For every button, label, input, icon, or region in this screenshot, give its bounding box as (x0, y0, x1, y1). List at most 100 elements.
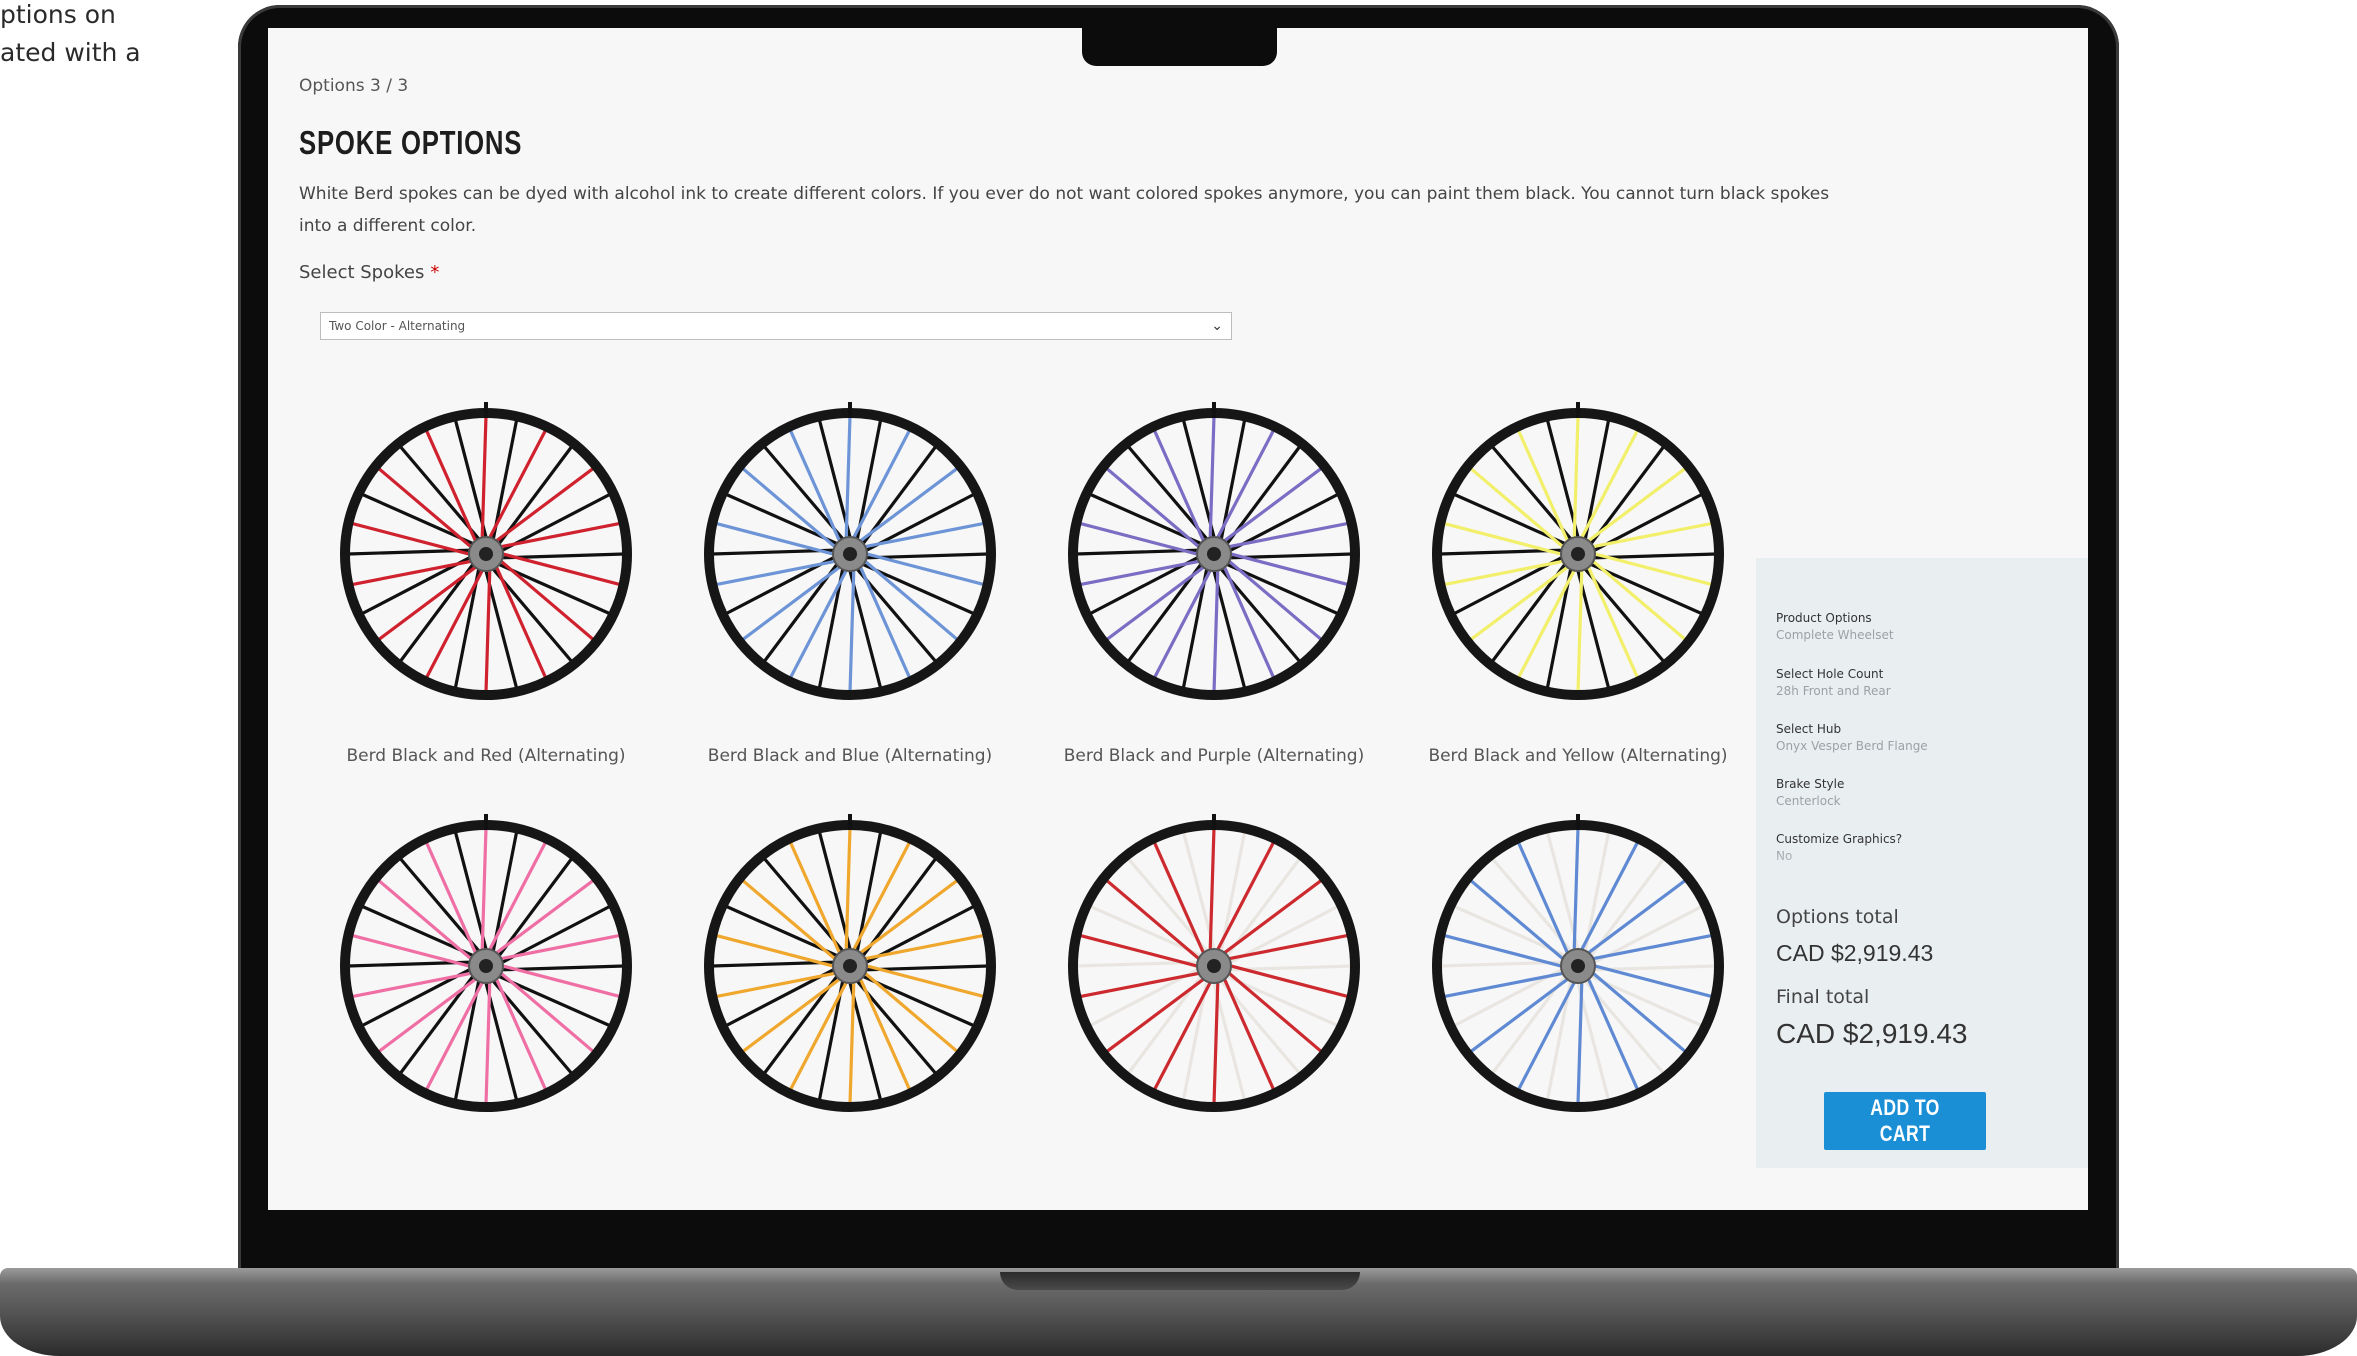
spoke (1208, 827, 1216, 953)
axle (1207, 547, 1221, 561)
valve (848, 402, 852, 418)
final-total-label: Final total (1776, 986, 1870, 1008)
wheel-icon (1432, 402, 1724, 700)
valve (1212, 402, 1216, 418)
axle (479, 547, 493, 561)
spoke (1079, 933, 1201, 969)
spoke-description: White Berd spokes can be dyed with alcoh… (299, 184, 1830, 236)
spoke (484, 979, 492, 1105)
spoke (1443, 521, 1565, 557)
spoke (1079, 521, 1201, 557)
wheel-caption: Berd Black and Red (Alternating) (346, 746, 626, 766)
axle (1207, 959, 1221, 973)
select-spokes-label-text: Select Spokes (299, 262, 425, 283)
laptop-screen: Options 3 / 3 SPOKE OPTIONS White Berd s… (268, 28, 2088, 1210)
wheel-icon (340, 814, 632, 1112)
summary-item-value: Onyx Vesper Berd Flange (1776, 739, 1928, 753)
spoke (844, 415, 852, 541)
add-to-cart-button[interactable]: ADD TO CART (1824, 1092, 1986, 1150)
valve (484, 814, 488, 830)
spoke-option-wheel[interactable] (694, 398, 1006, 710)
wheel-caption: Berd Black and Purple (Alternating) (1063, 746, 1365, 766)
spoke (351, 933, 473, 969)
wheel-icon (1068, 402, 1360, 700)
spoke (863, 551, 985, 587)
options-total-value: CAD $2,919.43 (1776, 940, 1934, 966)
axle (843, 547, 857, 561)
valve (484, 402, 488, 418)
spoke (848, 567, 856, 693)
spoke (1572, 827, 1580, 953)
spoke (499, 963, 621, 999)
spoke (1572, 415, 1580, 541)
spoke (1212, 979, 1220, 1105)
summary-item-label: Customize Graphics? (1776, 832, 1903, 846)
spoke (863, 963, 985, 999)
wheel-icon (340, 402, 632, 700)
spokes-select-value: Two Color - Alternating (329, 319, 466, 333)
wheel-icon (704, 814, 996, 1112)
caption-line-1: ptions on (0, 0, 116, 29)
summary-item: Product Options Complete Wheelset (1776, 610, 1894, 644)
spoke-option-wheel[interactable] (1422, 398, 1734, 710)
spoke-option-wheel[interactable] (1058, 398, 1370, 710)
axle (1571, 959, 1585, 973)
summary-item-value: Centerlock (1776, 794, 1841, 808)
summary-item-label: Product Options (1776, 611, 1872, 625)
summary-item: Select Hole Count 28h Front and Rear (1776, 666, 1891, 700)
options-total-label: Options total (1776, 906, 1899, 928)
spoke-option-wheel[interactable] (694, 810, 1006, 1122)
caption-line-2: ated with a (0, 38, 141, 67)
spoke-option-wheel[interactable] (1058, 810, 1370, 1122)
page-title: SPOKE OPTIONS (299, 124, 523, 161)
valve (1576, 814, 1580, 830)
laptop-base-notch (1000, 1272, 1360, 1290)
wheel-caption: Berd Black and Yellow (Alternating) (1428, 746, 1728, 766)
valve (1576, 402, 1580, 418)
spoke (844, 827, 852, 953)
step-indicator: Options 3 / 3 (299, 76, 409, 96)
axle (1571, 547, 1585, 561)
add-to-cart-label: ADD TO CART (1870, 1095, 1940, 1146)
final-total-value: CAD $2,919.43 (1776, 1018, 1968, 1049)
spoke (1227, 963, 1349, 999)
spoke-option-wheel[interactable] (330, 398, 642, 710)
spoke (1591, 963, 1713, 999)
spoke (715, 521, 837, 557)
spoke (1591, 551, 1713, 587)
valve (1212, 814, 1216, 830)
chevron-down-icon: ⌄ (1211, 318, 1223, 334)
wheel-icon (1432, 814, 1724, 1112)
summary-item-value: 28h Front and Rear (1776, 684, 1891, 698)
spoke (1576, 979, 1584, 1105)
summary-item-label: Select Hole Count (1776, 667, 1884, 681)
spoke (480, 827, 488, 953)
wheel-caption: Berd Black and Blue (Alternating) (707, 746, 993, 766)
spoke (499, 551, 621, 587)
summary-item: Brake Style Centerlock (1776, 776, 1844, 810)
summary-item-label: Select Hub (1776, 722, 1842, 736)
spoke (848, 979, 856, 1105)
spoke (1212, 567, 1220, 693)
wheel-icon (704, 402, 996, 700)
spokes-select[interactable]: Two Color - Alternating ⌄ (320, 312, 1232, 340)
spoke (351, 521, 473, 557)
summary-item-value: Complete Wheelset (1776, 628, 1894, 642)
spoke (480, 415, 488, 541)
background-caption: ptions on ated with a (0, 0, 200, 72)
order-summary-panel: Product Options Complete Wheelset Select… (1756, 558, 2088, 1168)
spoke-option-wheel[interactable] (1422, 810, 1734, 1122)
spoke (1227, 551, 1349, 587)
spoke (1443, 933, 1565, 969)
axle (843, 959, 857, 973)
axle (479, 959, 493, 973)
valve (848, 814, 852, 830)
wheel-icon (1068, 814, 1360, 1112)
spoke-option-wheel[interactable] (330, 810, 642, 1122)
required-mark: * (430, 262, 440, 283)
spoke (1208, 415, 1216, 541)
spoke (715, 933, 837, 969)
summary-item: Select Hub Onyx Vesper Berd Flange (1776, 721, 1928, 755)
spoke (484, 567, 492, 693)
camera-notch (1082, 26, 1277, 66)
